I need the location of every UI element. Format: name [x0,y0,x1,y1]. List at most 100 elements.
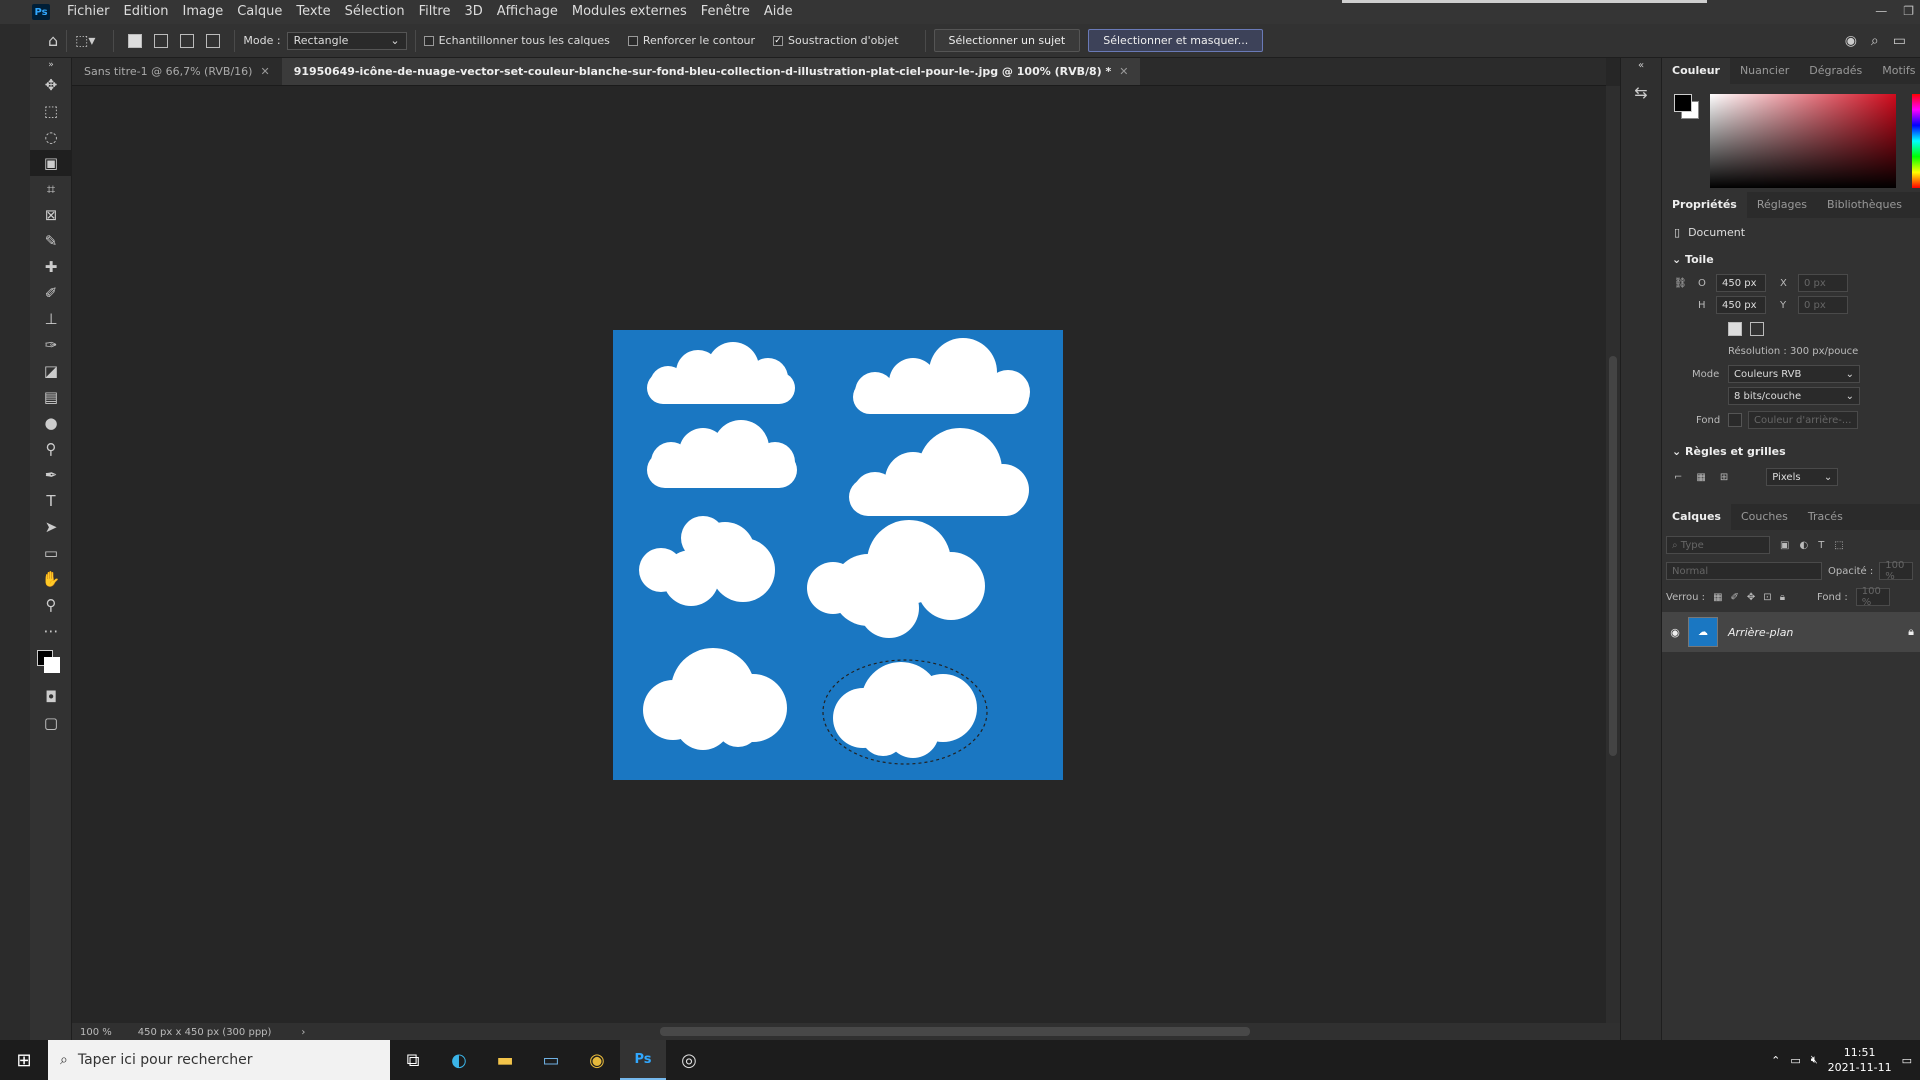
clock[interactable]: 11:51 2021-11-11 [1828,1045,1892,1075]
select-subject-button[interactable]: Sélectionner un sujet [933,29,1081,52]
photoshop-taskbar-icon[interactable]: Ps [620,1040,666,1080]
healing-tool-icon[interactable]: ✚ [30,254,72,280]
workspace-icon[interactable]: ▭ [1893,33,1906,49]
restore-icon[interactable]: ❐ [1903,0,1914,22]
menu-texte[interactable]: Texte [289,0,337,24]
hand-tool-icon[interactable]: ✋ [30,566,72,592]
document-canvas[interactable] [613,330,1063,780]
stamp-tool-icon[interactable]: ⊥ [30,306,72,332]
user-icon[interactable]: ◉ [1845,33,1857,49]
fill-opacity-field[interactable]: 100 % [1855,586,1890,608]
menu-calque[interactable]: Calque [230,0,289,24]
quick-mask-icon[interactable]: ◘ [30,684,72,710]
opacity-field[interactable]: 100 % [1879,560,1914,582]
filter-adjust-icon[interactable]: ◐ [1799,540,1808,551]
eyedropper-tool-icon[interactable]: ✎ [30,228,72,254]
frame-tool-icon[interactable]: ⊠ [30,202,72,228]
chevron-right-icon[interactable]: › [301,1027,305,1038]
home-icon[interactable]: ⌂ [48,31,58,50]
add-selection-icon[interactable] [154,33,169,48]
menu-fenetre[interactable]: Fenêtre [694,0,757,24]
mode-select[interactable]: Rectangle ⌄ [286,31,407,50]
fill-select[interactable]: Couleur d'arrière-... [1748,411,1858,429]
taskbar-search[interactable]: ⌕ Taper ici pour rechercher [48,1040,390,1080]
menu-3d[interactable]: 3D [458,0,490,24]
units-select[interactable]: Pixels ⌄ [1766,468,1839,486]
volume-muted-icon[interactable]: 🔇︎ [1811,1053,1818,1067]
zoom-tool-icon[interactable]: ⚲ [30,592,72,618]
blur-tool-icon[interactable]: ● [30,410,72,436]
landscape-icon[interactable] [1750,322,1764,336]
background-swatch[interactable] [44,657,60,673]
color-mode-select[interactable]: Couleurs RVB ⌄ [1728,365,1860,383]
close-icon[interactable]: ✕ [260,65,269,78]
eye-icon[interactable]: ◉ [1662,626,1688,639]
marquee-tool-icon[interactable]: ⬚ [30,98,72,124]
guides-icon[interactable]: ⊞ [1720,472,1728,483]
object-selection-tool-icon[interactable]: ⬚▾ [75,33,95,49]
brush-tool-icon[interactable]: ✐ [30,280,72,306]
bit-depth-select[interactable]: 8 bits/couche ⌄ [1728,387,1860,405]
color-swatches[interactable] [30,644,72,684]
lock-artboard-icon[interactable]: ⊡ [1763,592,1771,603]
menu-selection[interactable]: Sélection [338,0,412,24]
screen-mode-icon[interactable]: ▢ [30,710,72,736]
hue-slider[interactable] [1912,94,1920,188]
expand-icon[interactable]: » [30,58,72,72]
move-tool-icon[interactable]: ✥ [30,72,72,98]
tab-traces[interactable]: Tracés [1798,504,1853,530]
sample-all-checkbox[interactable]: Echantillonner tous les calques [423,34,610,47]
object-selection-tool-icon[interactable]: ▣ [30,150,72,176]
tab-clouds[interactable]: 91950649-icône-de-nuage-vector-set-coule… [281,58,1141,85]
notification-icon[interactable]: ▭ [1902,1054,1912,1067]
windows-start-icon[interactable]: ⊞ [0,1040,48,1080]
grid-icon[interactable]: ▦ [1696,472,1705,483]
rectangle-tool-icon[interactable]: ▭ [30,540,72,566]
crop-tool-icon[interactable]: ⌗ [30,176,72,202]
width-field[interactable]: 450 px [1716,274,1766,292]
height-field[interactable]: 450 px [1716,296,1766,314]
lock-all-icon[interactable]: 🔒︎ [1780,592,1785,603]
close-icon[interactable]: ✕ [1119,65,1128,78]
zoom-level[interactable]: 100 % [80,1027,112,1038]
select-and-mask-button[interactable]: Sélectionner et masquer... [1088,29,1264,52]
object-subtract-checkbox[interactable]: ✓ Soustraction d'objet [773,34,899,47]
chrome-icon[interactable]: ◉ [574,1040,620,1080]
layer-filter[interactable]: ⌕ Type [1666,536,1770,554]
menu-image[interactable]: Image [175,0,230,24]
fill-swatch[interactable] [1728,413,1742,427]
tab-untitled[interactable]: Sans titre-1 @ 66,7% (RVB/16) ✕ [72,58,282,85]
tab-couches[interactable]: Couches [1731,504,1798,530]
lock-pixels-icon[interactable]: ▦ [1713,592,1722,603]
pen-tool-icon[interactable]: ✒ [30,462,72,488]
menu-fichier[interactable]: Fichier [60,0,117,24]
lock-icon[interactable]: 🔒︎ [1908,625,1914,639]
type-tool-icon[interactable]: T [30,488,72,514]
path-select-icon[interactable]: ➤ [30,514,72,540]
link-icon[interactable]: ⛓ [1674,278,1698,289]
remote-desktop-icon[interactable]: ▭ [528,1040,574,1080]
rulers-icon[interactable]: ⌐ [1674,472,1682,483]
edge-icon[interactable]: ◐ [436,1040,482,1080]
scroll-thumb[interactable] [1609,356,1617,756]
collapse-icon[interactable]: « [1621,58,1661,73]
blend-mode-select[interactable]: Normal [1666,562,1822,580]
minimize-icon[interactable]: — [1875,0,1887,22]
layer-row[interactable]: ◉ ☁ Arrière-plan 🔒︎ [1662,612,1920,652]
tab-calques[interactable]: Calques [1662,504,1731,530]
history-icon[interactable]: ⇆ [1621,83,1661,102]
vertical-scrollbar[interactable] [1606,86,1620,1023]
lock-move-icon[interactable]: ✥ [1747,592,1755,603]
canvas-section-title[interactable]: ⌄ Toile [1662,247,1920,272]
menu-modules[interactable]: Modules externes [565,0,694,24]
task-view-icon[interactable]: ⧉ [390,1040,436,1080]
foreground-color-swatch[interactable] [1674,94,1692,112]
more-tools-icon[interactable]: ⋯ [30,618,72,644]
menu-filtre[interactable]: Filtre [412,0,458,24]
filter-type-icon[interactable]: T [1818,540,1824,551]
dodge-tool-icon[interactable]: ⚲ [30,436,72,462]
search-icon[interactable]: ⌕ [1871,33,1879,49]
menu-edition[interactable]: Edition [117,0,176,24]
tab-nuancier[interactable]: Nuancier [1730,58,1799,84]
enhance-edge-checkbox[interactable]: Renforcer le contour [627,34,755,47]
